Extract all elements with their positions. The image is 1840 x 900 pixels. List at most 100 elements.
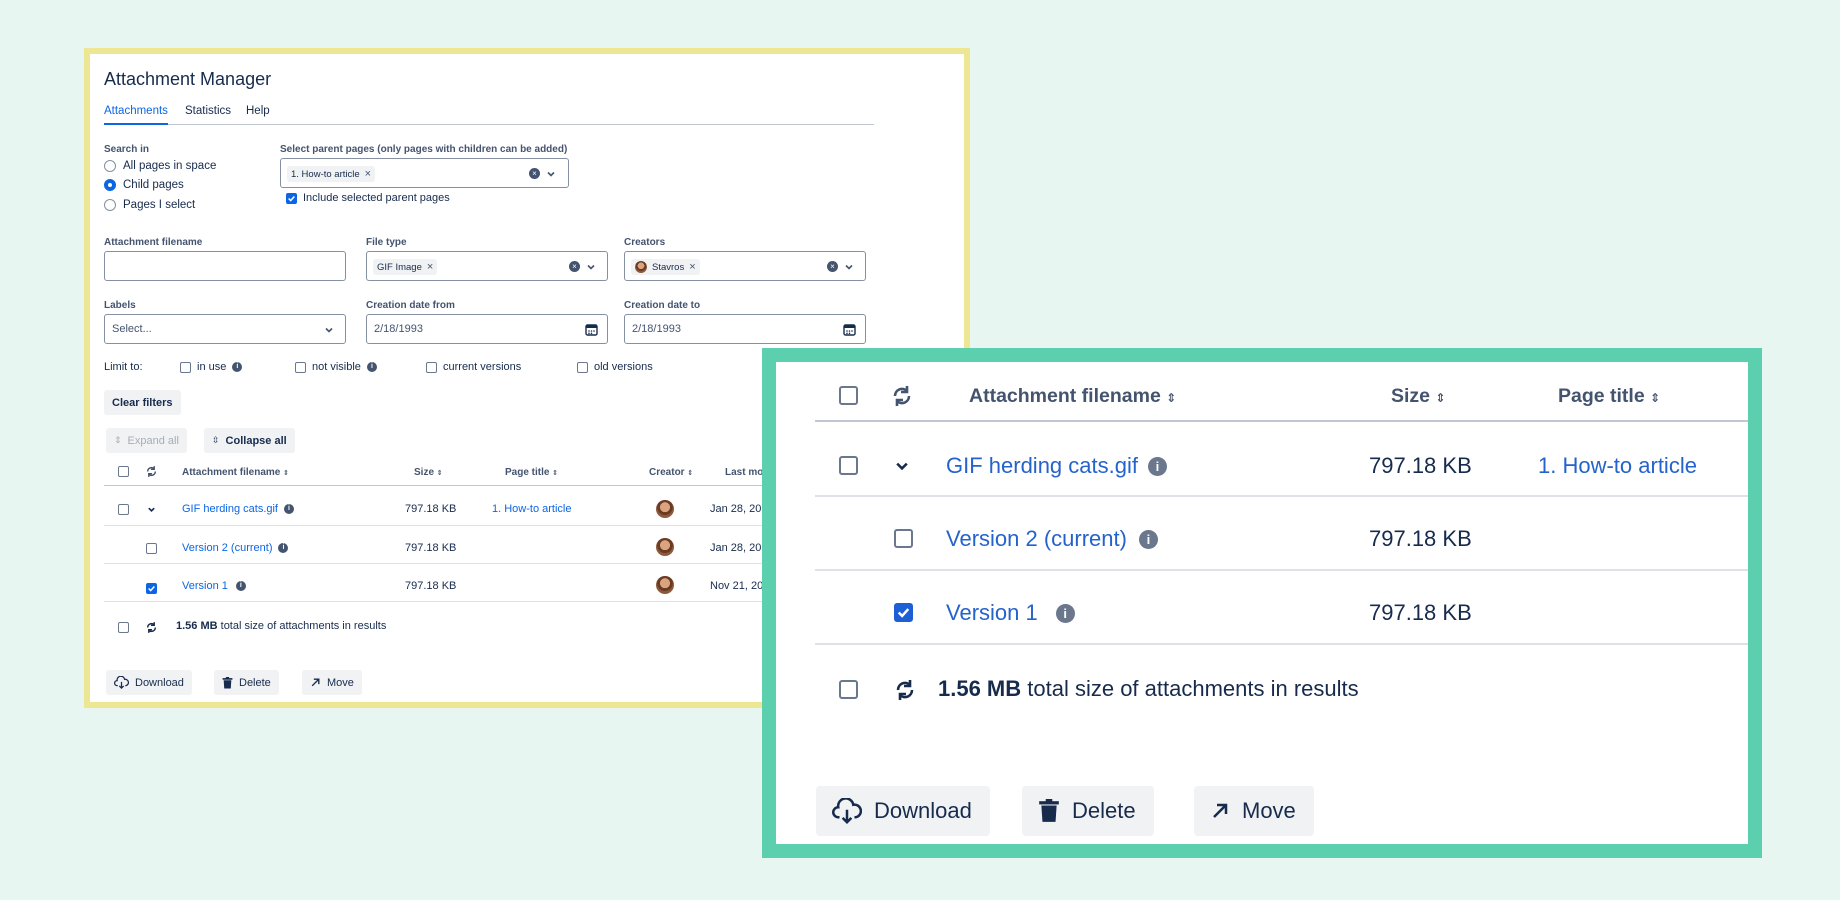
limit-not-visible[interactable]: not visible i [295,361,377,373]
col-header-page-title[interactable]: Page title ⇕ [505,467,558,478]
col-header-filename[interactable]: Attachment filename ⇕ [182,467,289,478]
page-title-link[interactable]: 1. How-to article [492,503,571,515]
refresh-icon[interactable] [890,384,914,408]
row-checkbox[interactable] [894,529,913,548]
tab-attachments[interactable]: Attachments [104,105,168,125]
refresh-icon[interactable] [145,465,158,478]
col-header-creator[interactable]: Creator ⇕ [649,467,693,478]
calendar-icon[interactable] [585,323,598,336]
row-checkbox[interactable] [118,504,129,515]
col-header-size[interactable]: Size ⇕ [414,467,443,478]
chevron-down-icon[interactable] [324,325,334,335]
file-type-select[interactable]: GIF Image × × [366,251,608,281]
download-button[interactable]: Download [816,786,990,836]
info-icon[interactable]: i [1147,456,1167,476]
filename-link[interactable]: GIF herding cats.gif [182,503,278,515]
move-button[interactable]: Move [1194,786,1314,836]
collapse-all-button[interactable]: ⇳ Collapse all [204,428,295,453]
total-checkbox[interactable] [839,680,858,699]
table-row: Version 2 (current) i [182,542,289,554]
info-icon[interactable]: i [278,543,289,553]
calendar-icon[interactable] [843,323,856,336]
total-size-text: 1.56 MB total size of attachments in res… [176,620,387,632]
date-cell: Jan 28, 20 [710,503,762,515]
clear-icon[interactable]: × [569,261,580,272]
checkbox-label: Include selected parent pages [303,192,450,204]
chip-label: GIF Image [377,261,422,273]
radio-pages-i-select[interactable]: Pages I select [104,199,195,211]
checkbox-label: old versions [594,361,653,373]
remove-chip-icon[interactable]: × [689,261,695,273]
radio-label: Pages I select [123,199,196,211]
remove-chip-icon[interactable]: × [427,261,433,273]
filename-link[interactable]: Version 2 (current) [946,526,1127,552]
row-checkbox[interactable] [146,543,157,554]
delete-button[interactable]: Delete [1022,786,1154,836]
filename-link[interactable]: GIF herding cats.gif [946,453,1138,479]
size-cell: 797.18 KB [405,503,457,515]
checkbox[interactable] [180,361,191,373]
tab-statistics[interactable]: Statistics [185,105,231,125]
limit-current-versions[interactable]: current versions [426,361,521,373]
delete-button[interactable]: Delete [214,670,279,695]
row-checkbox-checked[interactable] [146,583,157,594]
chevron-down-icon[interactable] [147,505,156,514]
radio-circle-selected[interactable] [104,179,116,191]
checkbox[interactable] [577,361,588,373]
filename-link[interactable]: Version 2 (current) [182,542,272,554]
divider [815,495,1748,497]
divider [815,569,1748,571]
checkbox[interactable] [295,361,306,373]
chevron-down-icon[interactable] [586,262,596,272]
filename-input[interactable] [104,251,346,281]
limit-old-versions[interactable]: old versions [577,361,653,373]
expand-all-button[interactable]: ⇕ Expand all [106,428,187,453]
checkbox[interactable] [426,361,437,373]
info-icon[interactable]: i [1138,529,1158,549]
col-header-size[interactable]: Size ⇕ [1391,385,1446,408]
parent-pages-select[interactable]: 1. How-to article × × [280,158,569,188]
filename-link[interactable]: Version 1 [182,580,228,592]
date-to-input[interactable]: 2/18/1993 [624,314,866,344]
clear-icon[interactable]: × [827,261,838,272]
button-label: Download [874,798,972,823]
clear-icon[interactable]: × [529,168,540,179]
button-label: Delete [1072,798,1136,823]
filename-link[interactable]: Version 1 [946,600,1038,626]
clear-filters-button[interactable]: Clear filters [104,390,181,415]
info-icon[interactable]: i [366,362,377,372]
divider [104,485,804,486]
chevron-down-icon[interactable] [894,458,910,474]
date-to-label: Creation date to [624,300,701,311]
radio-all-pages[interactable]: All pages in space [104,160,216,172]
info-icon[interactable]: i [1055,603,1075,623]
select-all-checkbox[interactable] [118,466,129,477]
remove-chip-icon[interactable]: × [365,168,371,180]
info-icon[interactable]: i [284,504,294,514]
radio-child-pages[interactable]: Child pages [104,179,184,191]
chevron-down-icon[interactable] [844,262,854,272]
page-title-link[interactable]: 1. How-to article [1538,453,1697,479]
refresh-icon[interactable] [893,678,917,702]
download-button[interactable]: Download [106,670,192,695]
chevron-down-icon[interactable] [546,169,556,179]
labels-select[interactable]: Select... [104,314,346,344]
row-checkbox-checked[interactable] [894,603,913,622]
move-button[interactable]: Move [302,670,362,695]
checkbox-checked[interactable] [286,192,297,204]
tab-help[interactable]: Help [246,105,270,125]
info-icon[interactable]: i [232,362,243,372]
col-header-filename[interactable]: Attachment filename ⇕ [969,385,1176,408]
select-all-checkbox[interactable] [839,386,858,405]
refresh-icon[interactable] [145,621,158,634]
row-checkbox[interactable] [839,456,858,475]
include-parent-checkbox[interactable]: Include selected parent pages [286,192,450,204]
radio-circle[interactable] [104,160,116,172]
info-icon[interactable]: i [235,581,246,591]
col-header-page-title[interactable]: Page title ⇕ [1558,385,1660,408]
limit-in-use[interactable]: in use i [180,361,243,373]
radio-circle[interactable] [104,199,116,211]
date-from-input[interactable]: 2/18/1993 [366,314,608,344]
total-checkbox[interactable] [118,622,129,633]
creators-select[interactable]: Stavros × × [624,251,866,281]
